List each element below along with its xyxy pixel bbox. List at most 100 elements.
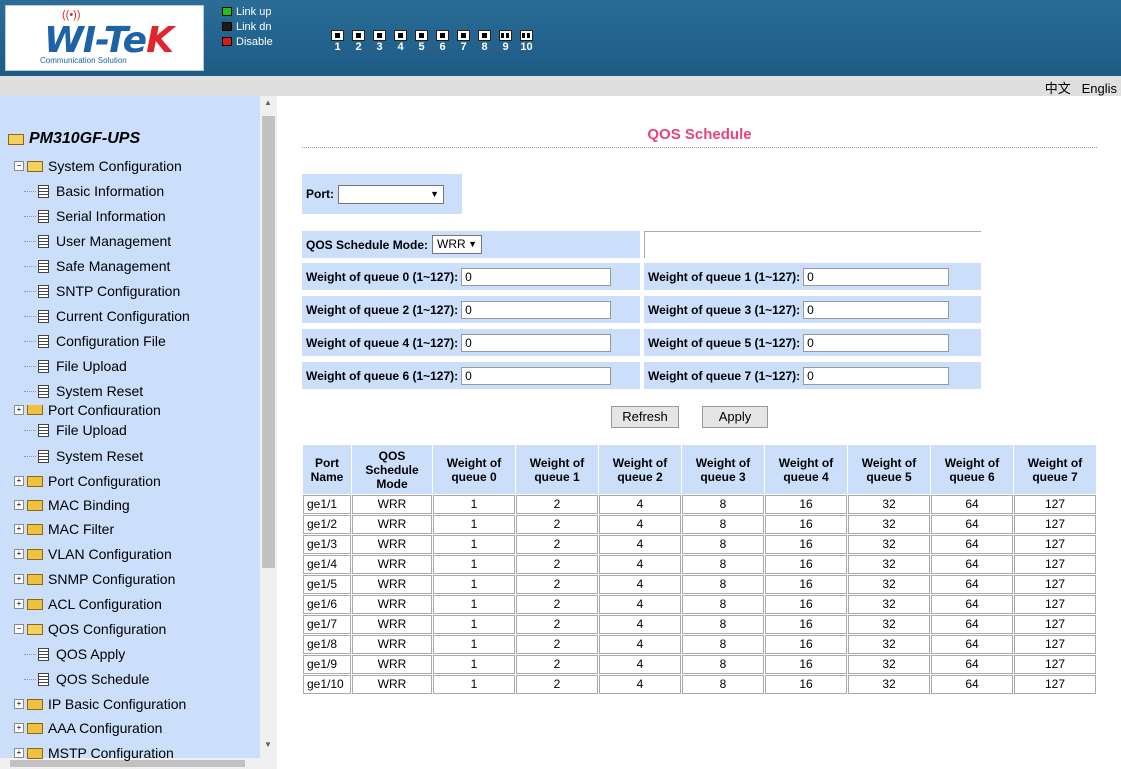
queue-2-weight-input[interactable] [461, 300, 612, 319]
expand-icon[interactable]: + [14, 574, 24, 584]
table-cell: WRR [352, 615, 432, 634]
queue-4-weight-input[interactable] [461, 333, 612, 352]
sidebar-item-mstp-configuration[interactable]: + MSTP Configuration [14, 745, 174, 761]
sidebar-item-port-configuration[interactable]: + Port Configuration [14, 405, 161, 415]
sidebar-item-system-reset[interactable]: System Reset [24, 448, 143, 464]
tree-connector [24, 653, 36, 655]
table-row: ge1/8 WRR 1 2 4 8 16 32 64 127 [303, 635, 1096, 654]
sidebar-item-qos-configuration[interactable]: − QOS Configuration [14, 621, 166, 637]
expand-icon[interactable]: + [14, 500, 24, 510]
sidebar-item-mac-binding[interactable]: + MAC Binding [14, 497, 130, 513]
sidebar-item-sntp-configuration[interactable]: SNTP Configuration [24, 283, 180, 299]
tree-connector [24, 315, 36, 317]
sidebar-item-safe-management[interactable]: Safe Management [24, 258, 170, 274]
sidebar-item-vlan-configuration[interactable]: + VLAN Configuration [14, 546, 172, 562]
queue-7-weight-input[interactable] [803, 366, 950, 385]
table-cell: 8 [682, 575, 764, 594]
port-7[interactable]: 7 [454, 30, 473, 53]
table-cell: 32 [848, 495, 930, 514]
header-text: queue 1 [534, 469, 580, 484]
port-4[interactable]: 4 [391, 30, 410, 53]
port-select[interactable]: ▼ [338, 184, 444, 204]
expand-icon[interactable]: + [14, 405, 24, 415]
folder-icon [27, 573, 43, 585]
folder-icon [27, 475, 43, 487]
sidebar-item-file-upload[interactable]: File Upload [24, 358, 127, 374]
port-10[interactable]: 10 [517, 30, 536, 53]
table-header-row: Port Name QOS Schedule Mode Weight of queue 0W… [303, 445, 1096, 494]
sidebar-hscroll-thumb[interactable] [10, 760, 245, 767]
port-2[interactable]: 2 [349, 30, 368, 53]
schedule-mode-select[interactable]: WRR ▼ [432, 235, 483, 254]
link-up-led-icon [222, 7, 232, 16]
folder-icon [27, 523, 43, 535]
tree-connector [24, 390, 36, 392]
page-title: QOS Schedule [647, 126, 752, 143]
column-header: QOS Schedule Mode [352, 445, 432, 494]
collapse-icon[interactable]: − [14, 624, 24, 634]
apply-button[interactable]: Apply [702, 406, 768, 428]
sidebar-scroll-thumb[interactable] [262, 116, 275, 568]
sidebar-item-file-upload[interactable]: File Upload [24, 422, 127, 438]
device-root-node[interactable]: PM310GF-UPS [8, 130, 140, 148]
column-header: Weight of queue 3 [682, 445, 764, 494]
collapse-icon[interactable]: − [14, 161, 24, 171]
port-1[interactable]: 1 [328, 30, 347, 53]
table-cell: 1 [433, 635, 515, 654]
expand-icon[interactable]: + [14, 599, 24, 609]
table-row: ge1/7 WRR 1 2 4 8 16 32 64 127 [303, 615, 1096, 634]
scroll-down-arrow-icon[interactable]: ▼ [264, 740, 272, 749]
qos-schedule-table: Port Name QOS Schedule Mode Weight of queue 0W… [302, 444, 1097, 695]
port-9[interactable]: 9 [496, 30, 515, 53]
column-header: Port Name [303, 445, 351, 494]
sidebar-item-serial-information[interactable]: Serial Information [24, 208, 166, 224]
legend-link-up: Link up [222, 4, 273, 19]
sidebar-item-ip-basic-configuration[interactable]: + IP Basic Configuration [14, 696, 186, 712]
sidebar-item-mac-filter[interactable]: + MAC Filter [14, 521, 114, 537]
queue-1-weight-input[interactable] [803, 267, 950, 286]
port-selector-panel: Port: ▼ [302, 174, 462, 214]
table-cell: 8 [682, 635, 764, 654]
sidebar-item-user-management[interactable]: User Management [24, 233, 171, 249]
sidebar-item-acl-configuration[interactable]: + ACL Configuration [14, 596, 162, 612]
document-icon [38, 309, 49, 323]
expand-icon[interactable]: + [14, 748, 24, 758]
queue-6-weight-input[interactable] [461, 366, 612, 385]
port-6[interactable]: 6 [433, 30, 452, 53]
sidebar-item-basic-information[interactable]: Basic Information [24, 183, 164, 199]
table-cell: 32 [848, 595, 930, 614]
expand-icon[interactable]: + [14, 699, 24, 709]
sidebar-item-qos-apply[interactable]: QOS Apply [24, 646, 125, 662]
tree-connector [24, 678, 36, 680]
document-icon [38, 647, 49, 661]
scroll-up-arrow-icon[interactable]: ▲ [264, 98, 272, 107]
refresh-button[interactable]: Refresh [611, 406, 679, 428]
queue-6-weight-label: Weight of queue 6 (1~127): [306, 368, 459, 383]
queue-3-weight-input[interactable] [803, 300, 950, 319]
sidebar-item-system-configuration[interactable]: − System Configuration [14, 158, 182, 174]
document-icon [38, 423, 49, 437]
queue-5-weight-input[interactable] [803, 333, 950, 352]
sidebar-item-configuration-file[interactable]: Configuration File [24, 333, 166, 349]
expand-icon[interactable]: + [14, 476, 24, 486]
language-english-link[interactable]: Englis [1082, 81, 1117, 96]
sidebar-item-snmp-configuration[interactable]: + SNMP Configuration [14, 571, 175, 587]
sidebar-item-system-reset[interactable]: System Reset [24, 383, 143, 399]
expand-icon[interactable]: + [14, 524, 24, 534]
sidebar-item-current-configuration[interactable]: Current Configuration [24, 308, 190, 324]
expand-icon[interactable]: + [14, 549, 24, 559]
sidebar-item-port-configuration[interactable]: + Port Configuration [14, 473, 161, 489]
port-8[interactable]: 8 [475, 30, 494, 53]
table-cell: 32 [848, 535, 930, 554]
port-3[interactable]: 3 [370, 30, 389, 53]
header-text: Weight of [778, 455, 834, 470]
table-cell: 32 [848, 555, 930, 574]
port-5[interactable]: 5 [412, 30, 431, 53]
queue-0-weight-input[interactable] [461, 267, 612, 286]
table-cell: 2 [516, 595, 598, 614]
sidebar-item-aaa-configuration[interactable]: + AAA Configuration [14, 720, 162, 736]
sidebar-item-qos-schedule[interactable]: QOS Schedule [24, 671, 149, 687]
language-chinese-link[interactable]: 中文 [1045, 81, 1071, 96]
table-cell: 1 [433, 515, 515, 534]
expand-icon[interactable]: + [14, 723, 24, 733]
